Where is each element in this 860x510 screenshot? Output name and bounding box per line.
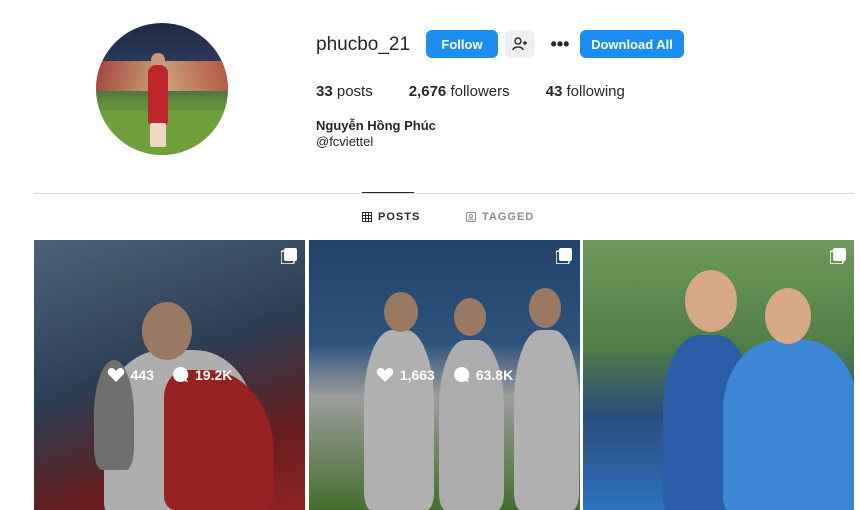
comments-count: 63.8K xyxy=(453,366,513,383)
post-stats: 1,663 63.8K xyxy=(309,366,580,383)
comment-icon xyxy=(453,366,470,382)
followers-stat[interactable]: 2,676 followers xyxy=(409,83,510,100)
more-icon: ••• xyxy=(550,33,570,54)
comment-icon xyxy=(173,366,189,382)
post-tile[interactable]: 443 19.2K xyxy=(34,240,305,510)
profile-username: phucbo_21 xyxy=(316,34,411,55)
post-tile[interactable]: 1,663 63.8K xyxy=(309,240,580,510)
likes-count: 443 xyxy=(107,366,154,383)
avatar-player-legs xyxy=(150,123,166,147)
post-tile[interactable] xyxy=(583,240,854,510)
multiple-photos-icon xyxy=(556,248,572,264)
heart-icon xyxy=(376,367,394,382)
grid-icon xyxy=(362,212,372,222)
likes-value: 1,663 xyxy=(399,366,435,383)
posts-label: posts xyxy=(336,83,373,100)
heart-icon xyxy=(107,367,124,382)
add-person-icon xyxy=(512,37,527,51)
profile-handle[interactable]: @fcviettel xyxy=(316,134,373,149)
followers-label: followers xyxy=(450,83,510,100)
posts-grid: 443 19.2K 1,663 63.8K xyxy=(34,240,854,510)
comments-count: 19.2K xyxy=(172,366,232,383)
following-label: following xyxy=(566,83,625,100)
profile-stats: 33 posts 2,676 followers 43 following xyxy=(316,83,661,100)
active-tab-indicator xyxy=(362,192,414,193)
tabs-divider xyxy=(34,193,854,194)
tab-posts-label: POSTS xyxy=(378,211,421,223)
comments-value: 63.8K xyxy=(475,366,514,383)
multiple-photos-icon xyxy=(830,248,846,264)
comments-value: 19.2K xyxy=(195,366,233,383)
follow-button[interactable]: Follow xyxy=(426,30,498,58)
posts-stat: 33 posts xyxy=(316,83,373,100)
profile-full-name: Nguyễn Hồng Phúc xyxy=(316,118,436,133)
download-all-button[interactable]: Download All xyxy=(580,30,684,58)
post-photo-player xyxy=(723,340,854,510)
post-photo-face xyxy=(765,288,811,344)
suggested-users-button[interactable] xyxy=(505,30,535,58)
tab-posts[interactable]: POSTS xyxy=(362,211,420,223)
tab-tagged-label: TAGGED xyxy=(482,211,535,223)
avatar-player xyxy=(148,65,168,125)
likes-count: 1,663 xyxy=(376,366,435,383)
likes-value: 443 xyxy=(130,366,154,383)
following-count: 43 xyxy=(545,83,563,100)
profile-avatar[interactable] xyxy=(96,23,228,155)
following-stat[interactable]: 43 following xyxy=(546,83,625,100)
posts-count: 33 xyxy=(316,83,333,100)
multiple-photos-icon xyxy=(281,248,297,264)
tab-tagged[interactable]: TAGGED xyxy=(466,211,534,223)
post-stats: 443 19.2K xyxy=(34,366,305,383)
post-photo-face xyxy=(685,270,737,332)
tagged-icon xyxy=(466,212,476,222)
more-options-button[interactable]: ••• xyxy=(546,30,574,58)
followers-count: 2,676 xyxy=(408,83,447,100)
